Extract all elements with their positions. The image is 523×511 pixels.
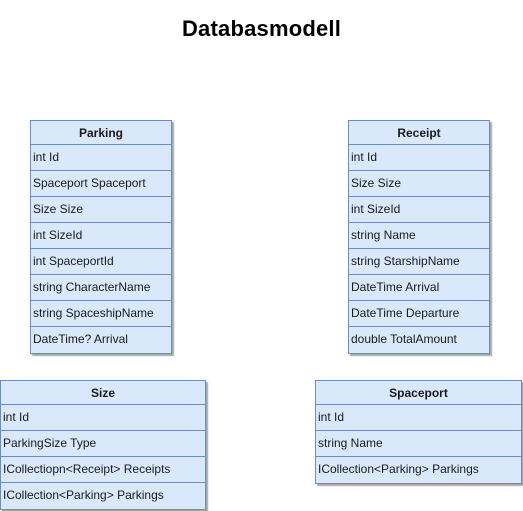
entity-header: Spaceport xyxy=(316,381,521,405)
entity-header: Receipt xyxy=(349,121,489,145)
entity-field: string Name xyxy=(349,223,489,249)
entity-field: double TotalAmount xyxy=(351,332,457,346)
entity-size[interactable]: Size int Id ParkingSize Type ICollectiop… xyxy=(0,380,206,510)
entity-header: Parking xyxy=(31,121,171,145)
entity-field: DateTime Arrival xyxy=(349,275,489,301)
entity-field: string SpaceshipName xyxy=(31,301,171,327)
entity-field: ICollectiopn<Receipt> Receipts xyxy=(1,457,205,483)
entity-field: Size Size xyxy=(349,171,489,197)
entity-field: int SizeId xyxy=(31,223,171,249)
entity-field: int Id xyxy=(316,405,521,431)
entity-field: ParkingSize Type xyxy=(1,431,205,457)
entity-field: int Id xyxy=(349,145,489,171)
entity-field: ICollection<Parking> Parkings xyxy=(318,462,479,476)
entity-field: int SizeId xyxy=(349,197,489,223)
entity-field: Size Size xyxy=(31,197,171,223)
diagram-title: Databasmodell xyxy=(181,16,342,41)
entity-field: DateTime Departure xyxy=(349,301,489,327)
entity-field: int Id xyxy=(31,145,171,171)
entity-field: DateTime? Arrival xyxy=(33,332,128,346)
entity-header: Size xyxy=(1,381,205,405)
entity-field: Spaceport Spaceport xyxy=(31,171,171,197)
entity-field: int Id xyxy=(1,405,205,431)
entity-field: ICollection<Parking> Parkings xyxy=(3,488,164,502)
entity-field: string StarshipName xyxy=(349,249,489,275)
entity-spaceport[interactable]: Spaceport int Id string Name ICollection… xyxy=(315,380,522,484)
entity-receipt[interactable]: Receipt int Id Size Size int SizeId stri… xyxy=(348,120,490,354)
entity-field: string CharacterName xyxy=(31,275,171,301)
entity-field: int SpaceportId xyxy=(31,249,171,275)
entity-parking[interactable]: Parking int Id Spaceport Spaceport Size … xyxy=(30,120,172,354)
entity-field: string Name xyxy=(316,431,521,457)
